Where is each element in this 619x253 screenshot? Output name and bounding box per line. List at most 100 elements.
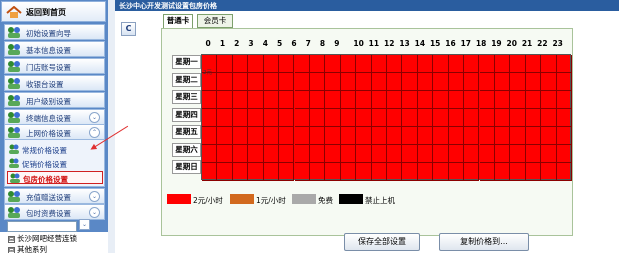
hour-header-cell[interactable]: 16 [443, 38, 457, 51]
hour-header-cell[interactable]: 17 [459, 38, 473, 51]
price-cell[interactable] [294, 73, 310, 91]
price-cell[interactable] [232, 109, 249, 127]
price-cell[interactable] [309, 109, 326, 127]
price-cell[interactable] [417, 73, 434, 91]
price-cell[interactable] [464, 145, 480, 163]
price-cell[interactable] [248, 91, 264, 109]
price-cell[interactable] [510, 91, 526, 109]
price-cell[interactable] [494, 163, 511, 181]
price-cell[interactable] [510, 163, 526, 181]
price-cell[interactable] [510, 73, 526, 91]
price-cell[interactable] [525, 145, 542, 163]
price-cell[interactable] [356, 163, 372, 181]
hour-header-cell[interactable]: 11 [367, 38, 381, 51]
price-cell[interactable] [248, 145, 264, 163]
price-cell[interactable] [325, 55, 341, 73]
price-cell[interactable] [556, 145, 572, 163]
save-all-button[interactable]: 保存全部设置 [344, 233, 420, 251]
price-cell[interactable] [371, 109, 387, 127]
price-cell[interactable] [232, 145, 249, 163]
tab-member-card[interactable]: 会员卡 [197, 14, 233, 28]
price-cell[interactable] [263, 163, 280, 181]
price-cell[interactable] [325, 73, 341, 91]
price-cell[interactable] [510, 145, 526, 163]
price-cell[interactable] [356, 91, 372, 109]
price-cell[interactable] [433, 91, 449, 109]
sidebar-item-basic-info[interactable]: 基本信息设置 [4, 41, 105, 57]
price-cell[interactable] [263, 91, 280, 109]
price-cell[interactable] [387, 91, 403, 109]
price-cell[interactable] [371, 91, 387, 109]
hour-header-cell[interactable]: 21 [520, 38, 534, 51]
price-cell[interactable] [294, 145, 310, 163]
price-cell[interactable] [232, 127, 249, 145]
collapse-icon[interactable]: ⊟ [8, 236, 15, 243]
day-label[interactable]: 星期三 [172, 90, 201, 104]
submenu-promo-price[interactable]: 促销价格设置 [7, 157, 103, 170]
sidebar-item-cashier[interactable]: 收银台设置 [4, 75, 105, 91]
day-label[interactable]: 星期二 [172, 72, 201, 87]
day-label[interactable]: 星期五 [172, 125, 201, 139]
hour-header-cell[interactable]: 9 [330, 38, 344, 51]
price-cell[interactable] [340, 145, 357, 163]
price-cell[interactable] [464, 163, 480, 181]
price-cell[interactable] [387, 55, 403, 73]
price-cell[interactable] [402, 109, 418, 127]
sidebar-item-online-price[interactable]: 上网价格设置 ⌃ [4, 124, 105, 140]
price-cell[interactable] [309, 145, 326, 163]
price-cell[interactable] [279, 91, 295, 109]
price-cell[interactable] [202, 109, 218, 127]
price-grid[interactable] [201, 54, 572, 181]
sidebar-item-user-level[interactable]: 用户级别设置 [4, 92, 105, 108]
price-cell[interactable] [402, 73, 418, 91]
price-cell[interactable] [464, 109, 480, 127]
price-cell[interactable] [464, 91, 480, 109]
price-cell[interactable] [541, 91, 557, 109]
price-cell[interactable] [494, 73, 511, 91]
price-cell[interactable] [356, 127, 372, 145]
price-cell[interactable] [417, 163, 434, 181]
price-cell[interactable] [448, 55, 465, 73]
price-cell[interactable] [263, 127, 280, 145]
price-cell[interactable] [371, 55, 387, 73]
price-cell[interactable] [232, 55, 249, 73]
price-cell[interactable] [556, 127, 572, 145]
hour-header-cell[interactable]: 7 [301, 38, 315, 51]
price-cell[interactable] [464, 127, 480, 145]
price-cell[interactable] [541, 55, 557, 73]
price-cell[interactable] [217, 73, 233, 91]
price-cell[interactable] [294, 55, 310, 73]
price-cell[interactable] [279, 55, 295, 73]
price-cell[interactable] [525, 73, 542, 91]
price-cell[interactable] [464, 55, 480, 73]
day-label[interactable]: 星期一 [172, 55, 201, 69]
price-cell[interactable] [340, 163, 357, 181]
hour-header-cell[interactable]: 20 [505, 38, 519, 51]
price-cell[interactable] [541, 127, 557, 145]
price-cell[interactable] [217, 55, 233, 73]
price-cell[interactable] [309, 163, 326, 181]
submenu-room-price[interactable]: 包房价格设置 [7, 171, 103, 184]
price-cell[interactable] [448, 109, 465, 127]
hour-header-cell[interactable]: 0 [201, 38, 215, 51]
price-cell[interactable] [356, 73, 372, 91]
price-cell[interactable] [417, 91, 434, 109]
price-cell[interactable] [556, 91, 572, 109]
price-cell[interactable] [387, 163, 403, 181]
chevron-down-icon[interactable]: ⌄ [89, 207, 100, 218]
price-cell[interactable] [479, 73, 495, 91]
tab-normal-card[interactable]: 普通卡 [163, 14, 193, 28]
price-cell[interactable] [263, 145, 280, 163]
tree-node[interactable]: ⊟ 长沙网吧经营连锁 [8, 233, 77, 244]
price-cell[interactable] [448, 163, 465, 181]
sidebar-item-setup-wizard[interactable]: 初始设置向导 [4, 24, 105, 40]
hour-header-cell[interactable]: 22 [535, 38, 549, 51]
hour-header-cell[interactable]: 19 [489, 38, 503, 51]
price-cell[interactable] [356, 55, 372, 73]
price-cell[interactable] [232, 91, 249, 109]
price-cell[interactable] [248, 55, 264, 73]
hour-header-cell[interactable]: 5 [273, 38, 287, 51]
price-cell[interactable] [294, 91, 310, 109]
hour-header-cell[interactable]: 18 [474, 38, 488, 51]
price-cell[interactable] [217, 127, 233, 145]
